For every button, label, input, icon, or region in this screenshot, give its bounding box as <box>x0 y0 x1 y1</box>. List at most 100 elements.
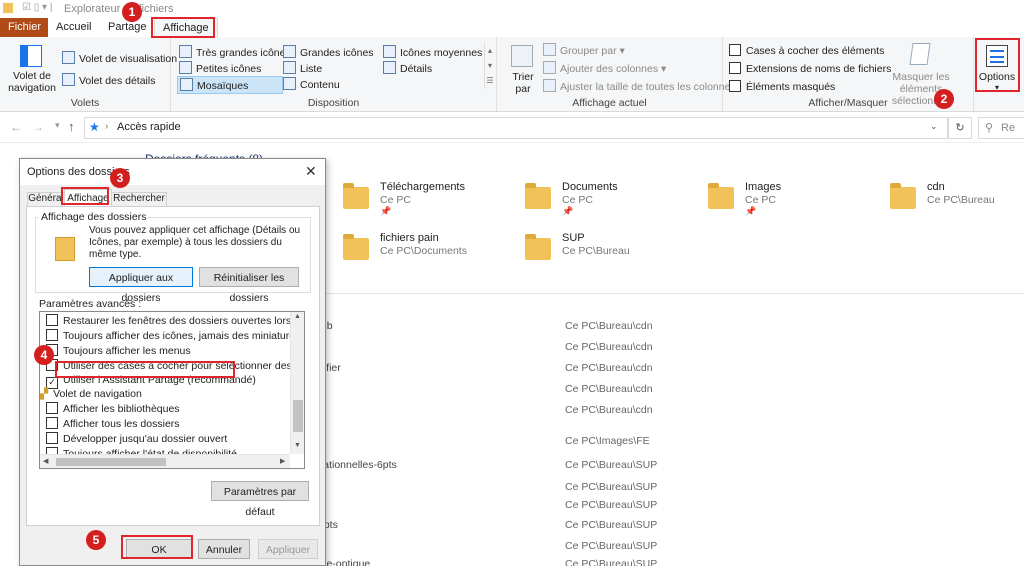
folder-tile[interactable]: SUP Ce PC\Bureau <box>525 232 695 272</box>
tab-fichier[interactable]: Fichier <box>0 18 48 37</box>
close-icon[interactable]: ✕ <box>305 163 317 180</box>
layout-tiles[interactable]: Mosaïques <box>177 76 283 94</box>
up-icon[interactable]: ↑ <box>68 119 75 134</box>
cancel-button[interactable]: Annuler <box>198 539 250 559</box>
vertical-scrollbar[interactable]: ▲ ▼ <box>290 312 304 454</box>
images-folder-icon <box>708 183 734 209</box>
folder-tile[interactable]: Images Ce PC 📌 <box>708 181 878 221</box>
checkbox[interactable] <box>729 80 741 92</box>
row-path: Ce PC\Bureau\SUP <box>565 481 658 493</box>
scroll-down-icon[interactable]: ▼ <box>294 442 301 449</box>
annotation-highlight <box>55 361 235 378</box>
scrollbar-thumb[interactable] <box>56 458 166 466</box>
checkbox[interactable] <box>729 44 741 56</box>
recent-locations-icon[interactable]: ▾ <box>55 120 60 131</box>
checkbox[interactable] <box>729 62 741 74</box>
list-item-label: Toujours afficher des icônes, jamais des… <box>63 330 301 342</box>
group-icon <box>543 43 556 56</box>
tab-rechercher[interactable]: Rechercher <box>111 192 167 207</box>
list-item[interactable]: Toujours afficher les menus <box>46 344 191 357</box>
scrollbar-thumb[interactable] <box>293 400 303 432</box>
chevron-down-icon[interactable]: ⌄ <box>930 121 938 132</box>
row-path: Ce PC\Images\FE <box>565 435 650 447</box>
label: Extensions de noms de fichiers <box>746 63 892 75</box>
address-input[interactable]: ★ › Accès rapide ⌄ <box>84 117 948 139</box>
row-path: Ce PC\Bureau\SUP <box>565 540 658 552</box>
navigation-pane-icon <box>20 45 42 67</box>
address-path: Accès rapide <box>117 121 181 133</box>
list-item[interactable]: Développer jusqu'au dossier ouvert <box>46 432 227 445</box>
folder-name: Téléchargements <box>380 181 465 193</box>
window-title: Explorateur de fichiers <box>64 3 174 15</box>
folder-tile[interactable]: fichiers pain Ce PC\Documents <box>343 232 513 272</box>
checkbox[interactable] <box>46 329 58 341</box>
search-placeholder: Re <box>1001 122 1016 134</box>
layout-scrollbar[interactable]: ▴ ▾ ☰ <box>484 43 495 89</box>
apply-to-folders-button[interactable]: Appliquer aux dossiers <box>89 267 193 304</box>
step-badge: 2 <box>934 89 954 109</box>
checkbox[interactable] <box>46 432 58 444</box>
layout-list[interactable]: Liste <box>283 61 322 75</box>
item-checkboxes-toggle[interactable]: Cases à cocher des éléments <box>729 44 884 57</box>
list-item[interactable]: Afficher tous les dossiers <box>46 417 180 430</box>
folder-tile[interactable]: Documents Ce PC 📌 <box>525 181 695 221</box>
layout-medium[interactable]: Icônes moyennes <box>383 45 482 59</box>
sort-icon <box>511 45 533 67</box>
label: Liste <box>300 63 323 75</box>
layout-icon <box>383 45 396 58</box>
scroll-up-icon[interactable]: ▲ <box>294 313 301 320</box>
layout-large[interactable]: Grandes icônes <box>283 45 374 59</box>
label: Icônes moyennes <box>400 47 483 59</box>
add-columns-button[interactable]: Ajouter des colonnes ▾ <box>543 61 666 75</box>
back-icon[interactable]: ← <box>10 120 22 134</box>
apply-button[interactable]: Appliquer <box>258 539 318 559</box>
preview-pane-button[interactable]: Volet de visualisation <box>62 51 177 65</box>
checkbox[interactable] <box>46 314 58 326</box>
checkbox[interactable] <box>46 402 58 414</box>
advanced-settings-list[interactable]: Restaurer les fenêtres des dossiers ouve… <box>39 311 305 469</box>
quick-access-toolbar-icon[interactable]: ☑ ▯ ▾ | <box>22 2 52 13</box>
fit-columns-icon <box>543 79 556 92</box>
scroll-right-icon[interactable]: ▶ <box>280 457 285 465</box>
annotation-highlight <box>121 535 193 559</box>
folder-view-icon <box>55 237 75 261</box>
label: Mosaïques <box>197 80 249 92</box>
hide-selected-icon <box>909 43 931 65</box>
tab-label: Accueil <box>56 21 92 33</box>
group-by-button[interactable]: Grouper par ▾ <box>543 43 625 57</box>
tab-accueil[interactable]: Accueil <box>48 18 99 37</box>
list-item[interactable]: Restaurer les fenêtres des dossiers ouve… <box>46 314 304 327</box>
list-item[interactable]: Toujours afficher des icônes, jamais des… <box>46 329 300 342</box>
checkbox[interactable] <box>46 417 58 429</box>
details-pane-button[interactable]: Volet des détails <box>62 73 155 87</box>
list-item[interactable]: Afficher les bibliothèques <box>46 402 180 415</box>
refresh-button[interactable]: ↻ <box>948 117 972 139</box>
scroll-left-icon[interactable]: ◀ <box>43 457 48 465</box>
list-item-label: Afficher les bibliothèques <box>63 403 180 415</box>
hidden-items-toggle[interactable]: Éléments masqués <box>729 80 835 93</box>
sort-by-button[interactable]: Trier par <box>509 71 537 95</box>
layout-extra-large[interactable]: Très grandes icônes <box>179 45 291 59</box>
tab-label: Partage <box>108 21 147 33</box>
folder-tile[interactable]: cdn Ce PC\Bureau <box>890 181 1024 221</box>
layout-small[interactable]: Petites icônes <box>179 61 261 75</box>
search-input[interactable]: ⚲ Re <box>978 117 1024 139</box>
label: Ajuster la taille de toutes les colonnes <box>560 81 736 93</box>
search-icon: ⚲ <box>985 122 994 134</box>
layout-icon <box>383 61 396 74</box>
layout-icon <box>283 45 296 58</box>
list-item-label: Développer jusqu'au dossier ouvert <box>63 433 228 445</box>
layout-icon <box>179 61 192 74</box>
file-extensions-toggle[interactable]: Extensions de noms de fichiers <box>729 62 891 75</box>
restore-defaults-button[interactable]: Paramètres par défaut <box>211 481 309 518</box>
fit-columns-button[interactable]: Ajuster la taille de toutes les colonnes <box>543 79 736 93</box>
reset-folders-button[interactable]: Réinitialiser les dossiers <box>199 267 299 304</box>
navigation-pane-button[interactable]: Volet de navigation <box>6 70 58 94</box>
group-label: Affichage actuel <box>572 97 647 109</box>
layout-details[interactable]: Détails <box>383 61 432 75</box>
forward-icon[interactable]: → <box>32 120 44 134</box>
folder-tile[interactable]: Téléchargements Ce PC 📌 <box>343 181 513 221</box>
tab-general[interactable]: Général <box>27 192 65 207</box>
horizontal-scrollbar[interactable]: ◀ ▶ <box>40 454 290 468</box>
layout-content[interactable]: Contenu <box>283 77 340 91</box>
